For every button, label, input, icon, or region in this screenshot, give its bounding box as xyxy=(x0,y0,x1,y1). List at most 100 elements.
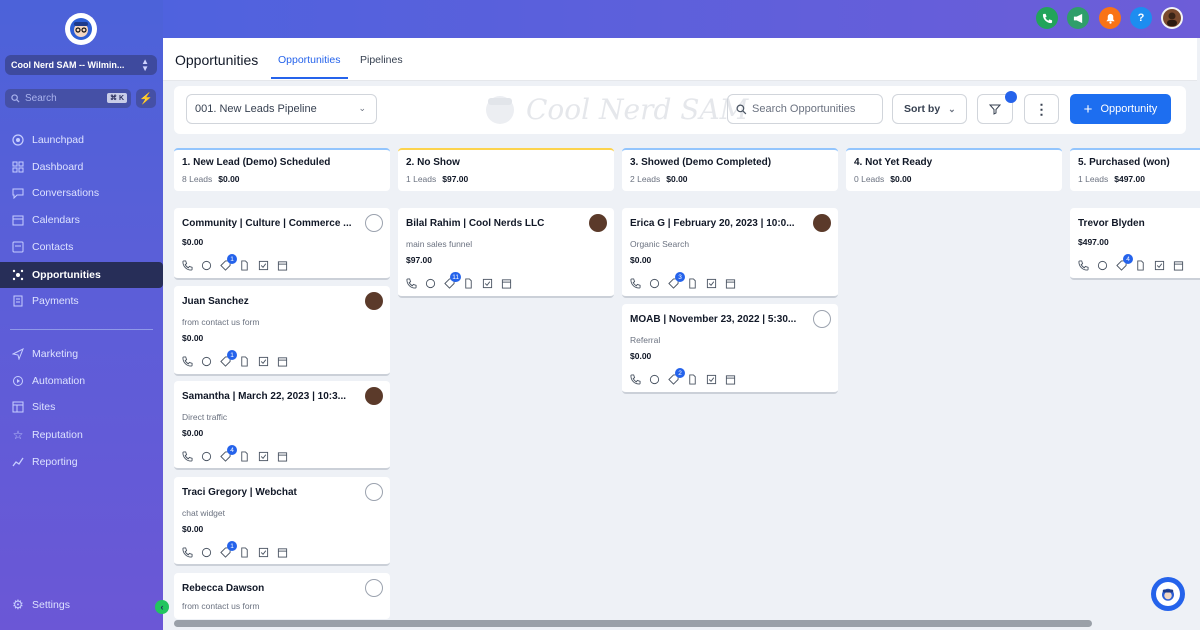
phone-icon[interactable] xyxy=(182,547,193,558)
phone-icon[interactable] xyxy=(630,374,641,385)
opportunity-card[interactable]: Traci Gregory | Webchat chat widget $0.0… xyxy=(174,477,390,566)
opportunity-card[interactable]: MOAB | November 23, 2022 | 5:30... Refer… xyxy=(622,304,838,394)
sidebar-item-sites[interactable]: Sites xyxy=(0,395,163,419)
chat-icon[interactable] xyxy=(425,278,436,289)
add-opportunity-button[interactable]: + Opportunity xyxy=(1070,94,1171,124)
tag-count-badge: 4 xyxy=(227,445,237,455)
opportunity-card[interactable]: Trevor Blyden $497.00 4 xyxy=(1070,208,1200,280)
document-icon[interactable] xyxy=(239,451,250,462)
unassigned-user-icon[interactable] xyxy=(365,214,383,232)
sidebar-item-reporting[interactable]: Reporting xyxy=(0,450,163,474)
sidebar-item-payments[interactable]: Payments xyxy=(0,289,163,313)
task-check-icon[interactable] xyxy=(258,547,269,558)
more-options-button[interactable]: ⋮ xyxy=(1024,94,1059,124)
document-icon[interactable] xyxy=(239,260,250,271)
calendar-icon[interactable] xyxy=(277,260,288,271)
opportunity-card[interactable]: Samantha | March 22, 2023 | 10:3... Dire… xyxy=(174,381,390,470)
chat-icon[interactable] xyxy=(201,356,212,367)
opportunity-card[interactable]: Juan Sanchez from contact us form $0.00 … xyxy=(174,286,390,376)
unassigned-user-icon[interactable] xyxy=(365,579,383,597)
help-icon[interactable]: ? xyxy=(1130,7,1152,29)
document-icon[interactable] xyxy=(239,547,250,558)
chat-icon[interactable] xyxy=(1097,260,1108,271)
phone-icon[interactable] xyxy=(182,356,193,367)
horizontal-scrollbar[interactable] xyxy=(174,620,1092,627)
bell-icon[interactable] xyxy=(1099,7,1121,29)
chat-icon[interactable] xyxy=(201,260,212,271)
assigned-user-avatar[interactable] xyxy=(813,214,831,232)
tag-icon[interactable]: 1 xyxy=(220,350,237,367)
opportunity-card[interactable]: Bilal Rahim | Cool Nerds LLC main sales … xyxy=(398,208,614,298)
phone-icon[interactable] xyxy=(182,260,193,271)
task-check-icon[interactable] xyxy=(706,374,717,385)
calendar-icon[interactable] xyxy=(725,278,736,289)
sidebar-item-launchpad[interactable]: Launchpad xyxy=(0,128,163,152)
assigned-user-avatar[interactable] xyxy=(365,387,383,405)
tag-icon[interactable]: 11 xyxy=(444,272,461,289)
sidebar-item-dashboard[interactable]: Dashboard xyxy=(0,155,163,179)
opportunity-card[interactable]: Erica G | February 20, 2023 | 10:0... Or… xyxy=(622,208,838,298)
document-icon[interactable] xyxy=(239,356,250,367)
tab-opportunities[interactable]: Opportunities xyxy=(278,54,340,66)
sort-by-button[interactable]: Sort by ⌄ xyxy=(892,94,967,124)
assigned-user-avatar[interactable] xyxy=(365,292,383,310)
task-check-icon[interactable] xyxy=(258,451,269,462)
phone-icon[interactable] xyxy=(406,278,417,289)
task-check-icon[interactable] xyxy=(258,356,269,367)
user-avatar[interactable] xyxy=(1161,7,1183,29)
megaphone-icon[interactable] xyxy=(1067,7,1089,29)
tag-icon[interactable]: 1 xyxy=(220,541,237,558)
task-check-icon[interactable] xyxy=(1154,260,1165,271)
chat-icon[interactable] xyxy=(201,547,212,558)
sidebar-item-opportunities[interactable]: Opportunities xyxy=(0,262,163,288)
calendar-icon[interactable] xyxy=(501,278,512,289)
sidebar-item-reputation[interactable]: ☆ Reputation xyxy=(0,423,163,447)
sidebar-search[interactable]: Search ⌘ K xyxy=(5,89,131,108)
chat-icon[interactable] xyxy=(649,374,660,385)
opportunity-card[interactable]: Rebecca Dawson from contact us form xyxy=(174,573,390,619)
unassigned-user-icon[interactable] xyxy=(365,483,383,501)
assigned-user-avatar[interactable] xyxy=(589,214,607,232)
calendar-icon[interactable] xyxy=(277,451,288,462)
sidebar-item-settings[interactable]: ⚙ Settings xyxy=(0,593,163,617)
calendar-icon[interactable] xyxy=(277,356,288,367)
sidebar-collapse-button[interactable]: ‹ xyxy=(155,600,169,614)
sidebar-item-automation[interactable]: Automation xyxy=(0,369,163,393)
sidebar-item-conversations[interactable]: Conversations xyxy=(0,181,163,205)
tag-icon[interactable]: 4 xyxy=(220,445,237,462)
calendar-icon[interactable] xyxy=(725,374,736,385)
quick-action-bolt-icon[interactable]: ⚡ xyxy=(136,89,156,108)
phone-icon[interactable] xyxy=(630,278,641,289)
brand-logo[interactable] xyxy=(65,13,97,45)
chat-icon[interactable] xyxy=(649,278,660,289)
phone-icon[interactable] xyxy=(182,451,193,462)
chat-icon[interactable] xyxy=(201,451,212,462)
opportunity-name: Trevor Blyden xyxy=(1078,218,1145,229)
unassigned-user-icon[interactable] xyxy=(813,310,831,328)
pipeline-select[interactable]: 001. New Leads Pipeline ⌄ xyxy=(186,94,377,124)
calendar-icon[interactable] xyxy=(1173,260,1184,271)
tab-pipelines[interactable]: Pipelines xyxy=(360,54,403,66)
phone-icon[interactable] xyxy=(1078,260,1089,271)
task-check-icon[interactable] xyxy=(482,278,493,289)
sidebar-item-marketing[interactable]: Marketing xyxy=(0,342,163,366)
opportunity-card[interactable]: Community | Culture | Commerce ... $0.00… xyxy=(174,208,390,280)
sidebar-item-calendars[interactable]: Calendars xyxy=(0,208,163,232)
sidebar-item-contacts[interactable]: Contacts xyxy=(0,235,163,259)
calendar-icon[interactable] xyxy=(277,547,288,558)
tag-icon[interactable]: 4 xyxy=(1116,254,1133,271)
search-opportunities-input[interactable]: Search Opportunities xyxy=(727,94,883,124)
task-check-icon[interactable] xyxy=(706,278,717,289)
chat-widget-button[interactable] xyxy=(1151,577,1185,611)
account-switcher[interactable]: Cool Nerd SAM -- Wilmin... ▲ ▼ xyxy=(5,55,157,75)
document-icon[interactable] xyxy=(687,374,698,385)
document-icon[interactable] xyxy=(687,278,698,289)
tag-icon[interactable]: 3 xyxy=(668,272,685,289)
phone-icon[interactable] xyxy=(1036,7,1058,29)
document-icon[interactable] xyxy=(463,278,474,289)
document-icon[interactable] xyxy=(1135,260,1146,271)
task-check-icon[interactable] xyxy=(258,260,269,271)
tag-icon[interactable]: 2 xyxy=(668,368,685,385)
tag-icon[interactable]: 1 xyxy=(220,254,237,271)
opportunity-name: Traci Gregory | Webchat xyxy=(182,487,297,498)
